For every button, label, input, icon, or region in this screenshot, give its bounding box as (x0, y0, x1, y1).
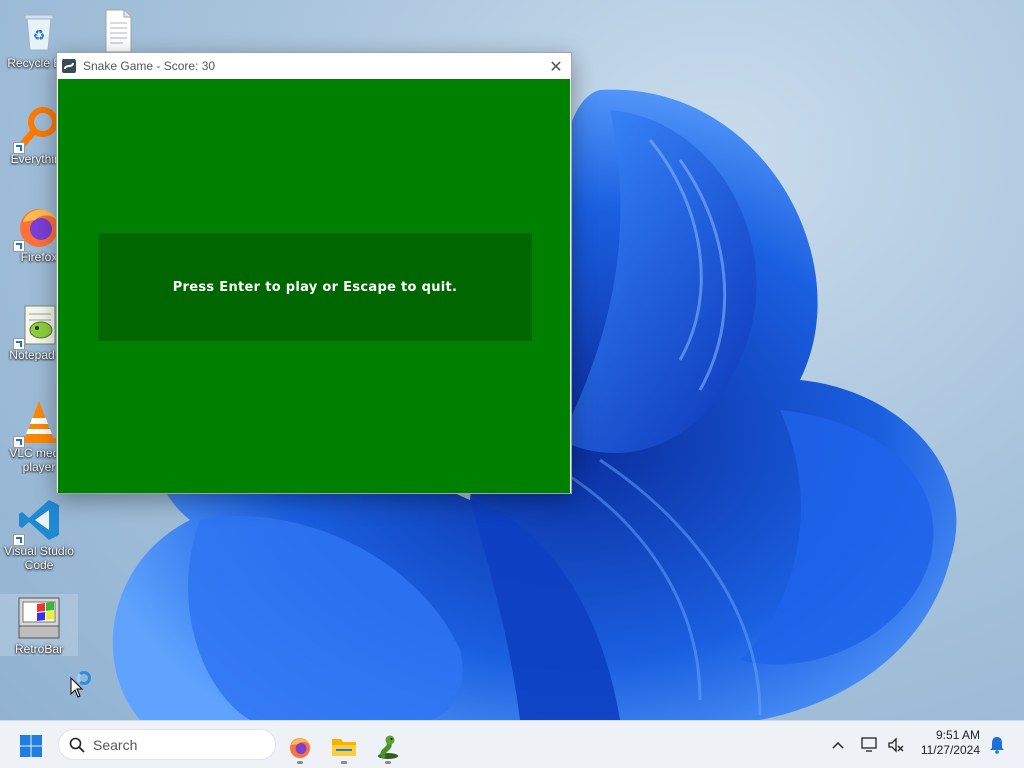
taskbar-search-box[interactable]: Search (58, 729, 276, 760)
search-placeholder: Search (93, 736, 138, 753)
window-titlebar[interactable]: Snake Game - Score: 30 ✕ (57, 53, 571, 79)
desktop-icon-vscode[interactable]: Visual Studio Code (0, 496, 78, 572)
busy-spinner-icon (77, 671, 91, 685)
svg-text:♻: ♻ (33, 28, 46, 44)
show-hidden-icons-button[interactable] (828, 733, 848, 757)
start-button[interactable] (18, 733, 44, 759)
close-icon: ✕ (549, 56, 563, 76)
running-indicator (297, 761, 303, 764)
desktop-icon-text-document[interactable] (78, 8, 156, 56)
game-canvas[interactable]: Press Enter to play or Escape to quit. (58, 79, 570, 493)
taskbar-app-firefox[interactable] (284, 727, 316, 767)
shortcut-arrow-icon (13, 142, 25, 154)
desktop: ♻ Recycle Bin Everything Firefox Notepad… (0, 0, 1024, 720)
taskbar: Search 9:51 AM 11/27/2024 (0, 720, 1024, 768)
taskbar-clock[interactable]: 9:51 AM 11/27/2024 (921, 728, 980, 758)
shortcut-arrow-icon (13, 436, 25, 448)
firefox-icon (290, 738, 310, 758)
snake-game-icon (378, 735, 398, 759)
volume-status-button[interactable] (886, 733, 906, 757)
volume-muted-icon (888, 737, 904, 753)
desktop-icon-retrobar[interactable]: RetroBar (0, 594, 78, 656)
text-document-icon (93, 8, 141, 56)
search-icon (69, 737, 85, 753)
taskbar-app-snake-game[interactable] (372, 727, 404, 767)
recycle-bin-icon: ♻ (15, 8, 63, 56)
snake-game-window[interactable]: Snake Game - Score: 30 ✕ Press Enter to … (56, 52, 572, 494)
start-message-panel: Press Enter to play or Escape to quit. (98, 233, 532, 341)
shortcut-arrow-icon (13, 240, 25, 252)
windows-logo-icon (20, 735, 42, 757)
network-icon (861, 737, 877, 752)
vscode-icon (13, 496, 63, 546)
desktop-icon-label: RetroBar (14, 642, 64, 656)
window-title: Snake Game - Score: 30 (83, 59, 216, 73)
notifications-button[interactable] (988, 733, 1006, 757)
chevron-up-icon (832, 741, 844, 749)
desktop-icon-label: Visual Studio Code (4, 544, 74, 572)
running-indicator (385, 761, 391, 764)
file-explorer-icon (332, 739, 356, 756)
retrobar-icon (15, 594, 63, 642)
clock-date: 11/27/2024 (920, 743, 980, 757)
bell-icon (990, 737, 1004, 754)
shortcut-arrow-icon (13, 338, 25, 350)
snake-app-icon (61, 58, 77, 74)
clock-time: 9:51 AM (935, 728, 980, 742)
taskbar-app-file-explorer[interactable] (328, 727, 360, 767)
shortcut-arrow-icon (13, 534, 25, 546)
network-status-button[interactable] (860, 733, 880, 757)
running-indicator (341, 761, 347, 764)
start-message-text: Press Enter to play or Escape to quit. (172, 279, 458, 295)
close-button[interactable]: ✕ (541, 53, 571, 79)
